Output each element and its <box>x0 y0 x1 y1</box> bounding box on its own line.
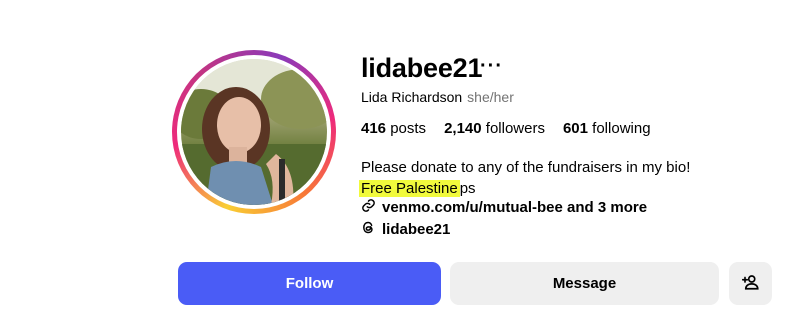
profile-stats: 416 posts 2,140 followers 601 following <box>361 120 651 137</box>
stat-followers[interactable]: 2,140 followers <box>444 120 545 137</box>
bio-line-1: Please donate to any of the fundraisers … <box>361 159 691 176</box>
stat-posts: 416 posts <box>361 120 426 137</box>
following-count: 601 <box>562 120 588 137</box>
link-icon <box>361 198 376 217</box>
followers-count: 2,140 <box>444 120 482 137</box>
avatar-border <box>177 55 331 209</box>
bio-tail-text: ps <box>459 180 476 197</box>
posts-label: posts <box>390 120 427 137</box>
followers-label: followers <box>485 120 545 137</box>
profile-username: lidabee21 <box>361 53 483 83</box>
message-button[interactable]: Message <box>450 262 719 305</box>
bio-highlight-text: Free Palestine <box>359 180 460 197</box>
add-person-icon <box>741 273 760 295</box>
threads-handle: lidabee21 <box>382 221 451 238</box>
posts-count: 416 <box>361 120 387 137</box>
profile-full-name: Lida Richardson <box>361 89 463 105</box>
threads-link[interactable]: lidabee21 <box>361 220 450 239</box>
avatar-photo <box>181 59 327 205</box>
following-label: following <box>592 120 651 137</box>
bio-line-2: Free Palestine ps <box>359 178 690 199</box>
link-text: venmo.com/u/mutual-bee and 3 more <box>382 199 648 216</box>
profile-link[interactable]: venmo.com/u/mutual-bee and 3 more <box>361 198 647 217</box>
profile-pronouns: she/her <box>467 89 514 105</box>
profile-name-row: Lida Richardson she/her <box>361 89 514 105</box>
avatar-story-ring[interactable] <box>172 50 336 214</box>
stat-following[interactable]: 601 following <box>563 120 651 137</box>
threads-icon <box>361 220 376 239</box>
follow-button[interactable]: Follow <box>178 262 441 305</box>
ellipsis-icon[interactable]: ··· <box>480 56 503 76</box>
profile-bio: Please donate to any of the fundraisers … <box>359 157 691 199</box>
avatar[interactable] <box>181 59 327 205</box>
add-user-button[interactable] <box>729 262 772 305</box>
